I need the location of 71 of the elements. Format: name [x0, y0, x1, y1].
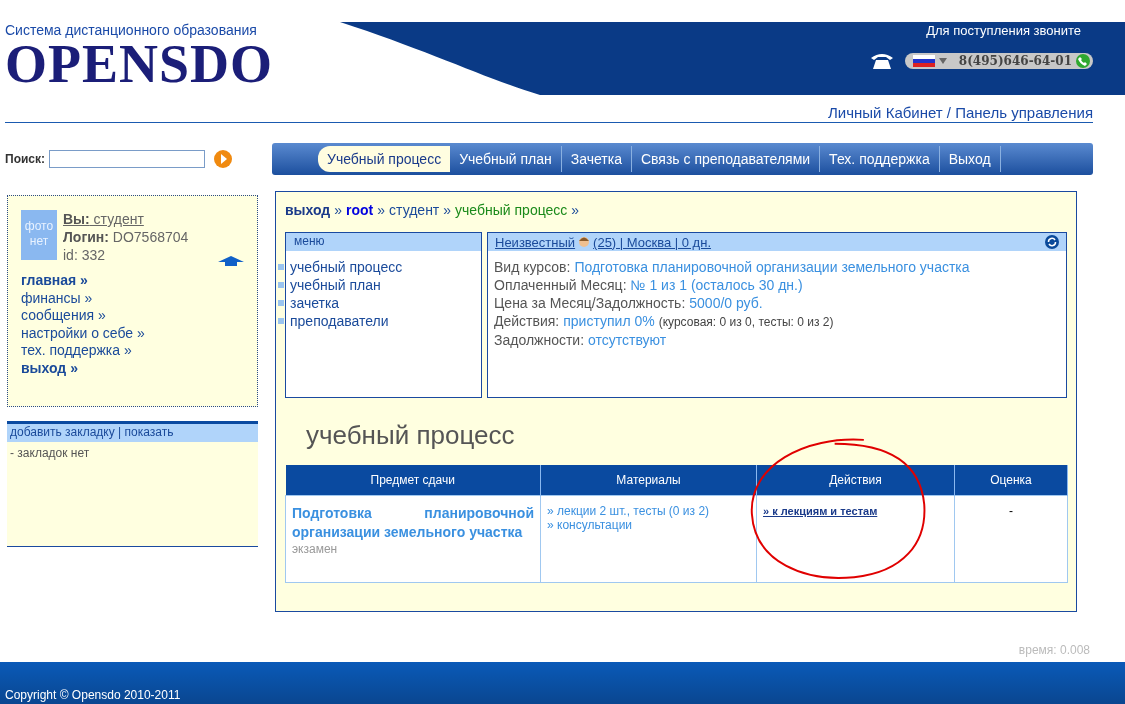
- column-header: Материалы: [540, 465, 757, 496]
- sidebar-link[interactable]: финансы »: [21, 289, 244, 307]
- info-label: Вид курсов:: [494, 259, 571, 275]
- cabinet-link[interactable]: Личный Кабинет / Панель управления: [828, 104, 1093, 121]
- site-subtitle: Система дистанционного образования: [5, 22, 258, 38]
- search-field[interactable]: [49, 150, 205, 168]
- refresh-icon[interactable]: [1045, 235, 1059, 249]
- sidebar-link[interactable]: тех. поддержка »: [21, 342, 244, 360]
- go-icon[interactable]: [213, 149, 233, 169]
- menu-link[interactable]: учебный процесс: [290, 258, 403, 276]
- breadcrumb-link[interactable]: студент: [389, 202, 440, 218]
- materials-link[interactable]: » консультации: [547, 518, 750, 532]
- menu-link[interactable]: преподаватели: [290, 312, 389, 330]
- add-bookmark-link[interactable]: добавить закладку: [10, 425, 115, 439]
- phone-number: 8(495)646-64-01: [958, 54, 1072, 68]
- search-label: Поиск:: [5, 152, 45, 166]
- user-id: id: 332: [63, 246, 107, 264]
- call-icon[interactable]: [1076, 54, 1090, 68]
- breadcrumb-link[interactable]: учебный процесс: [455, 202, 568, 218]
- bullet-icon: [278, 264, 284, 270]
- nav-tab[interactable]: Связь с преподавателями: [631, 146, 821, 172]
- info-label: Оплаченный Месяц:: [494, 277, 627, 293]
- section-title: учебный процесс: [305, 419, 516, 452]
- nav-tab[interactable]: Учебный процесс: [318, 146, 451, 172]
- subject-type: экзамен: [292, 542, 339, 556]
- bullet-icon: [278, 282, 284, 288]
- bookmarks-empty-text: - закладок нет: [9, 445, 91, 462]
- breadcrumb-separator: »: [571, 202, 580, 218]
- breadcrumb-link[interactable]: root: [346, 202, 374, 218]
- nav-tab[interactable]: Выход: [939, 146, 1001, 172]
- grade-cell: -: [954, 495, 1068, 583]
- nav-tab[interactable]: Зачетка: [561, 146, 632, 172]
- column-header: Оценка: [954, 465, 1068, 496]
- materials-link[interactable]: » лекции 2 шт., тесты (0 из 2): [547, 504, 750, 518]
- user-login: Логин: DO7568704: [63, 228, 189, 246]
- avatar-icon: [578, 236, 591, 248]
- lectures-tests-link[interactable]: » к лекциям и тестам: [763, 505, 878, 517]
- menu-link[interactable]: зачетка: [290, 294, 340, 312]
- sidebar-link[interactable]: главная »: [21, 272, 244, 290]
- nav-tab[interactable]: Учебный план: [450, 146, 562, 172]
- info-label: Цена за Месяц/Задолжность:: [494, 295, 686, 311]
- info-note: (курсовая: 0 из 0, тесты: 0 из 2): [658, 315, 834, 329]
- breadcrumb-separator: »: [443, 202, 452, 218]
- breadcrumb-separator: »: [334, 202, 343, 218]
- render-time: время: 0.008: [1018, 643, 1090, 657]
- nav-tab[interactable]: Тех. поддержка: [820, 146, 940, 172]
- sidebar-link[interactable]: выход »: [21, 359, 244, 377]
- info-value[interactable]: приступил 0%: [563, 313, 655, 329]
- info-label: Задолжности:: [494, 332, 585, 348]
- column-header: Действия: [756, 465, 955, 496]
- info-label: Действия:: [494, 313, 560, 329]
- breadcrumb-separator: »: [377, 202, 386, 218]
- user-role[interactable]: Вы: студент: [63, 210, 189, 228]
- show-bookmarks-link[interactable]: показать: [124, 425, 174, 439]
- up-arrow-icon[interactable]: [218, 256, 244, 266]
- flag-icon: [912, 55, 935, 67]
- menu-box-title: меню: [286, 233, 481, 251]
- call-text: Для поступления звоните: [926, 23, 1081, 38]
- sidebar-link[interactable]: сообщения »: [21, 307, 244, 325]
- site-logo[interactable]: OPENSDO: [5, 38, 274, 90]
- menu-link[interactable]: учебный план: [290, 276, 381, 294]
- caret-icon[interactable]: [938, 58, 947, 64]
- link-divider: |: [118, 425, 122, 439]
- column-header: Предмет сдачи: [285, 465, 541, 496]
- breadcrumb-link[interactable]: выход: [285, 202, 331, 218]
- info-value[interactable]: 5000/0 руб.: [689, 295, 763, 311]
- bullet-icon: [278, 300, 284, 306]
- copyright-text: Copyright © Opensdo 2010-2011: [4, 688, 181, 704]
- sidebar-link[interactable]: настройки о себе »: [21, 324, 244, 342]
- bullet-icon: [278, 318, 284, 324]
- no-photo-caption: фото нет: [24, 219, 54, 248]
